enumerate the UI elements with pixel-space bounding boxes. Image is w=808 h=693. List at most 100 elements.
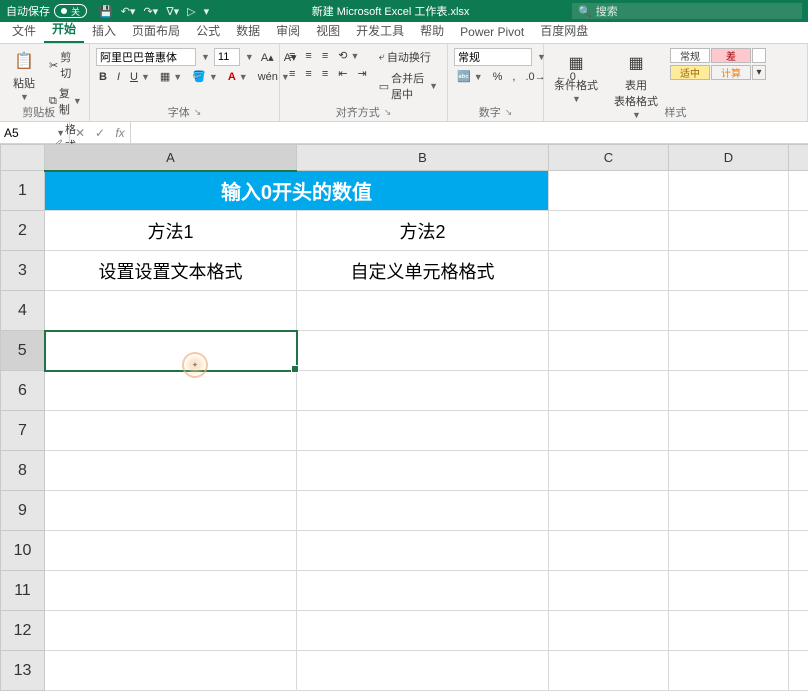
cell-C4[interactable] — [549, 291, 669, 331]
style-calc[interactable]: 计算 — [711, 65, 751, 80]
chevron-down-icon[interactable]: ▼ — [201, 52, 210, 62]
cell-D11[interactable] — [669, 571, 789, 611]
cell-E6[interactable] — [789, 371, 808, 411]
cell-A7[interactable] — [45, 411, 297, 451]
cell-D5[interactable] — [669, 331, 789, 371]
cell-D3[interactable] — [669, 251, 789, 291]
cell-D6[interactable] — [669, 371, 789, 411]
tab-home[interactable]: 开始 — [44, 17, 84, 43]
cell-B12[interactable] — [297, 611, 549, 651]
cell-E7[interactable] — [789, 411, 808, 451]
cell-D13[interactable] — [669, 651, 789, 691]
cell-D9[interactable] — [669, 491, 789, 531]
tab-insert[interactable]: 插入 — [84, 19, 124, 43]
italic-button[interactable]: I — [114, 70, 123, 84]
cell-A13[interactable] — [45, 651, 297, 691]
row-header-11[interactable]: 11 — [1, 571, 45, 611]
row-header-3[interactable]: 3 — [1, 251, 45, 291]
font-color-button[interactable]: A▼ — [225, 70, 251, 84]
row-header-8[interactable]: 8 — [1, 451, 45, 491]
merge-center-button[interactable]: ▭合并后居中▼ — [376, 69, 441, 103]
tab-developer[interactable]: 开发工具 — [348, 19, 412, 43]
font-size-combo[interactable] — [214, 48, 240, 66]
increase-font-icon[interactable]: A▴ — [258, 50, 277, 65]
paste-button[interactable]: 📋 粘贴 ▼ — [6, 46, 42, 104]
cell-A8[interactable] — [45, 451, 297, 491]
align-middle-icon[interactable]: ≡ — [302, 49, 314, 63]
indent-increase-icon[interactable]: ⇥ — [354, 66, 369, 81]
wrap-text-button[interactable]: ⤶自动换行 — [376, 48, 441, 66]
row-header-4[interactable]: 4 — [1, 291, 45, 331]
cell-C10[interactable] — [549, 531, 669, 571]
bold-button[interactable]: B — [96, 70, 110, 84]
cell-E9[interactable] — [789, 491, 808, 531]
tab-review[interactable]: 审阅 — [268, 19, 308, 43]
align-center-icon[interactable]: ≡ — [302, 67, 314, 81]
cell-C11[interactable] — [549, 571, 669, 611]
cell-E5[interactable] — [789, 331, 808, 371]
dialog-launcher-icon[interactable]: ↘ — [384, 107, 392, 118]
cell-E11[interactable] — [789, 571, 808, 611]
cell-E10[interactable] — [789, 531, 808, 571]
number-format-combo[interactable] — [454, 48, 532, 66]
tab-page-layout[interactable]: 页面布局 — [124, 19, 188, 43]
cell-E2[interactable] — [789, 211, 808, 251]
tab-data[interactable]: 数据 — [228, 19, 268, 43]
row-header-6[interactable]: 6 — [1, 371, 45, 411]
cell-D4[interactable] — [669, 291, 789, 331]
orientation-icon[interactable]: ⟲▼ — [335, 48, 362, 63]
conditional-formatting-button[interactable]: ▦ 条件格式▼ — [550, 48, 602, 106]
cell-B9[interactable] — [297, 491, 549, 531]
cell-E8[interactable] — [789, 451, 808, 491]
comma-icon[interactable]: , — [509, 70, 518, 84]
cell-A5[interactable] — [45, 331, 297, 371]
underline-button[interactable]: U▼ — [127, 70, 153, 84]
qat-more-icon[interactable]: ▾ — [204, 5, 210, 18]
cell-A11[interactable] — [45, 571, 297, 611]
cell-C9[interactable] — [549, 491, 669, 531]
row-header-9[interactable]: 9 — [1, 491, 45, 531]
chevron-down-icon[interactable]: ▼ — [245, 52, 254, 62]
align-bottom-icon[interactable]: ≡ — [319, 49, 331, 63]
align-right-icon[interactable]: ≡ — [319, 67, 331, 81]
font-name-combo[interactable] — [96, 48, 196, 66]
row-header-7[interactable]: 7 — [1, 411, 45, 451]
dialog-launcher-icon[interactable]: ↘ — [59, 107, 67, 118]
search-box[interactable]: 🔍 搜索 — [572, 3, 802, 19]
style-neutral[interactable]: 适中 — [670, 65, 710, 80]
percent-icon[interactable]: % — [490, 70, 506, 84]
play-icon[interactable]: ▷ — [187, 5, 195, 18]
cell-E1[interactable] — [789, 171, 808, 211]
cell-B10[interactable] — [297, 531, 549, 571]
cell-B5[interactable] — [297, 331, 549, 371]
align-top-icon[interactable]: ≡ — [286, 49, 298, 63]
redo-icon[interactable]: ↷▾ — [143, 5, 158, 18]
row-header-12[interactable]: 12 — [1, 611, 45, 651]
save-icon[interactable]: 💾 — [99, 5, 113, 18]
tab-power-pivot[interactable]: Power Pivot — [452, 22, 532, 43]
tab-file[interactable]: 文件 — [4, 19, 44, 43]
cell-B3[interactable]: 自定义单元格格式 — [297, 251, 549, 291]
cell-A4[interactable] — [45, 291, 297, 331]
cell-C8[interactable] — [549, 451, 669, 491]
cell-B6[interactable] — [297, 371, 549, 411]
cell-A9[interactable] — [45, 491, 297, 531]
spreadsheet-grid[interactable]: A B C D 1 输入0开头的数值 2 方法1 方法2 3 设置设置文本格式 … — [0, 144, 808, 691]
cell-D12[interactable] — [669, 611, 789, 651]
formula-input[interactable] — [131, 122, 808, 143]
fx-icon[interactable]: fx — [110, 126, 130, 140]
row-header-1[interactable]: 1 — [1, 171, 45, 211]
tab-baidu-pan[interactable]: 百度网盘 — [532, 19, 596, 43]
cell-B11[interactable] — [297, 571, 549, 611]
currency-icon[interactable]: 🔤▼ — [454, 69, 486, 84]
cell-C2[interactable] — [549, 211, 669, 251]
col-header-A[interactable]: A — [45, 145, 297, 171]
col-header-B[interactable]: B — [297, 145, 549, 171]
cell-E13[interactable] — [789, 651, 808, 691]
tab-help[interactable]: 帮助 — [412, 19, 452, 43]
cell-B7[interactable] — [297, 411, 549, 451]
filter-icon[interactable]: ∇▾ — [166, 5, 179, 18]
cell-B4[interactable] — [297, 291, 549, 331]
cell-E12[interactable] — [789, 611, 808, 651]
cell-A1-merged[interactable]: 输入0开头的数值 — [45, 171, 549, 211]
